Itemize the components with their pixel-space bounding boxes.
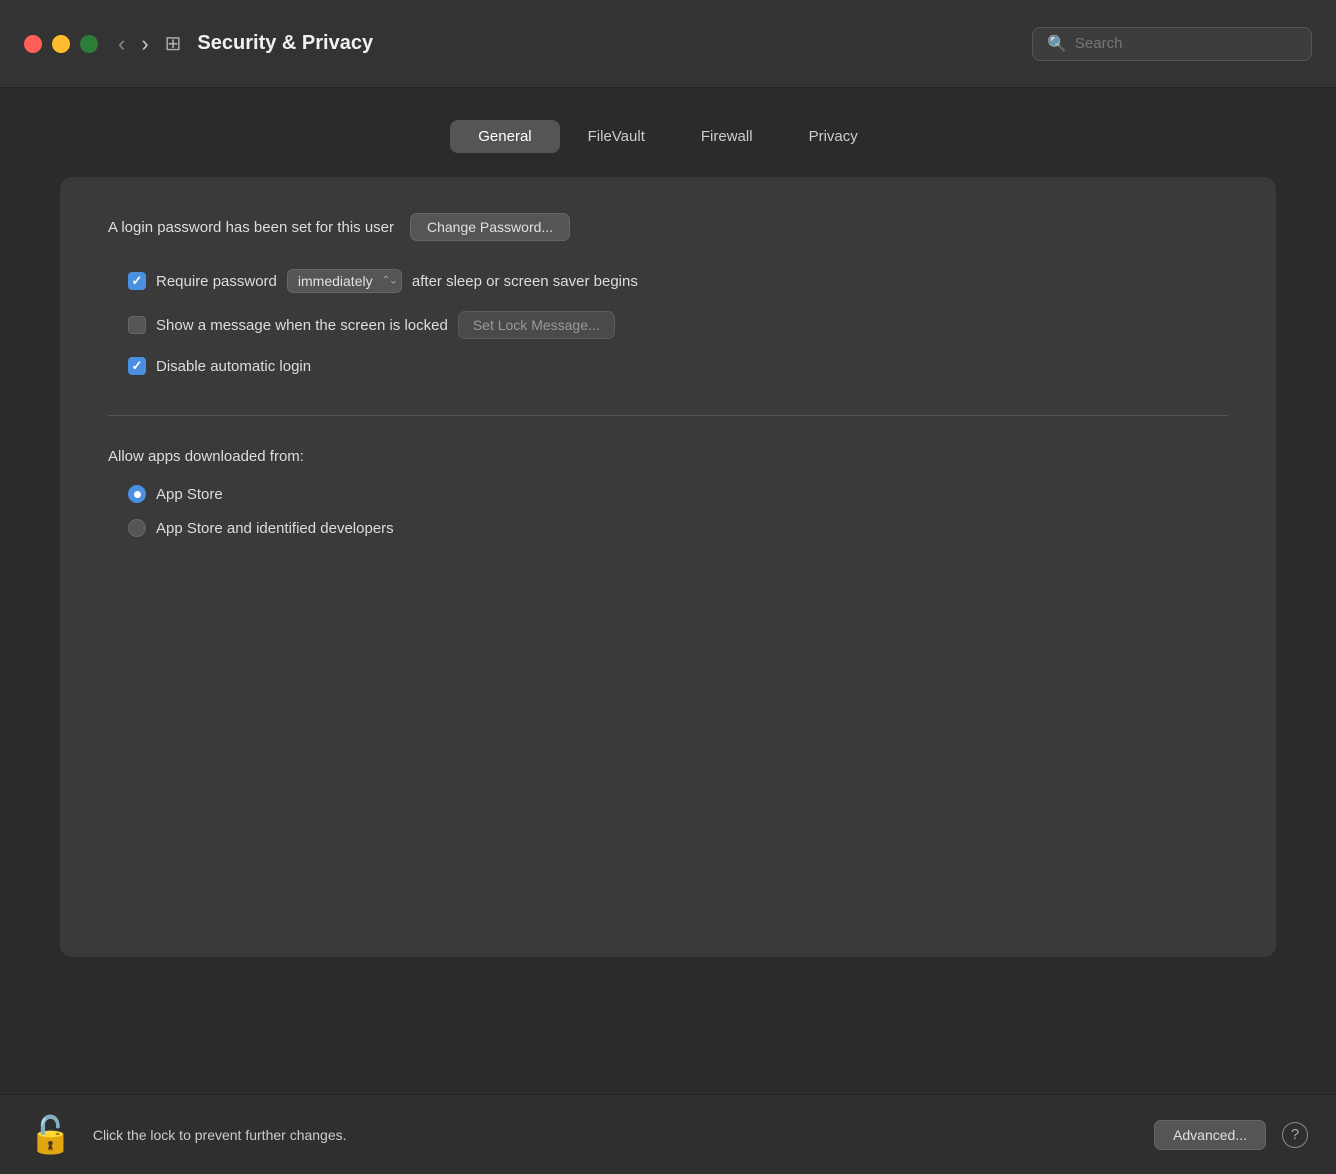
app-store-label: App Store <box>156 486 223 503</box>
advanced-button[interactable]: Advanced... <box>1154 1120 1266 1150</box>
titlebar: ‹ › ⊞ Security & Privacy 🔍 <box>0 0 1336 88</box>
tab-general[interactable]: General <box>450 120 559 153</box>
section-divider <box>108 415 1228 416</box>
show-message-row: Show a message when the screen is locked… <box>128 311 1228 339</box>
tab-privacy[interactable]: Privacy <box>781 120 886 153</box>
app-store-radio-row[interactable]: App Store <box>128 485 1228 503</box>
search-input[interactable] <box>1075 35 1297 52</box>
disable-auto-login-label: Disable automatic login <box>156 358 311 375</box>
tab-firewall[interactable]: Firewall <box>673 120 781 153</box>
show-message-label: Show a message when the screen is locked <box>156 317 448 334</box>
app-store-identified-radio[interactable] <box>128 519 146 537</box>
grid-icon[interactable]: ⊞ <box>165 31 182 56</box>
require-password-checkbox[interactable] <box>128 272 146 290</box>
close-button[interactable] <box>24 35 42 53</box>
bottom-bar: 🔓 Click the lock to prevent further chan… <box>0 1094 1336 1174</box>
help-button[interactable]: ? <box>1282 1122 1308 1148</box>
lock-label: Click the lock to prevent further change… <box>93 1127 1138 1143</box>
forward-button[interactable]: › <box>137 33 152 55</box>
require-password-row: Require password immediately 5 seconds 1… <box>128 269 1228 293</box>
radio-section: App Store App Store and identified devel… <box>128 485 1228 537</box>
allow-apps-label: Allow apps downloaded from: <box>108 448 1228 465</box>
checkbox-section: Require password immediately 5 seconds 1… <box>128 269 1228 375</box>
search-box: 🔍 <box>1032 27 1312 61</box>
app-store-radio[interactable] <box>128 485 146 503</box>
tab-filevault[interactable]: FileVault <box>560 120 673 153</box>
app-store-identified-radio-row[interactable]: App Store and identified developers <box>128 519 1228 537</box>
tabs: General FileVault Firewall Privacy <box>60 120 1276 153</box>
maximize-button[interactable] <box>80 35 98 53</box>
search-icon: 🔍 <box>1047 34 1067 54</box>
password-timing-dropdown-wrap: immediately 5 seconds 1 minute 5 minutes… <box>287 269 402 293</box>
lock-icon[interactable]: 🔓 <box>28 1114 73 1156</box>
app-store-identified-label: App Store and identified developers <box>156 520 394 537</box>
general-panel: A login password has been set for this u… <box>60 177 1276 957</box>
require-password-label: Require password <box>156 273 277 290</box>
change-password-button[interactable]: Change Password... <box>410 213 570 241</box>
disable-auto-login-checkbox[interactable] <box>128 357 146 375</box>
window-title: Security & Privacy <box>197 32 373 55</box>
set-lock-message-button[interactable]: Set Lock Message... <box>458 311 615 339</box>
back-button[interactable]: ‹ <box>114 33 129 55</box>
password-timing-dropdown[interactable]: immediately 5 seconds 1 minute 5 minutes… <box>287 269 402 293</box>
minimize-button[interactable] <box>52 35 70 53</box>
traffic-lights <box>24 35 98 53</box>
main-content: General FileVault Firewall Privacy A log… <box>0 88 1336 1094</box>
login-password-row: A login password has been set for this u… <box>108 213 1228 241</box>
login-password-label: A login password has been set for this u… <box>108 219 394 236</box>
disable-auto-login-row: Disable automatic login <box>128 357 1228 375</box>
nav-arrows: ‹ › <box>114 33 153 55</box>
allow-apps-section: Allow apps downloaded from: App Store Ap… <box>108 448 1228 537</box>
show-message-checkbox[interactable] <box>128 316 146 334</box>
after-sleep-label: after sleep or screen saver begins <box>412 273 638 290</box>
